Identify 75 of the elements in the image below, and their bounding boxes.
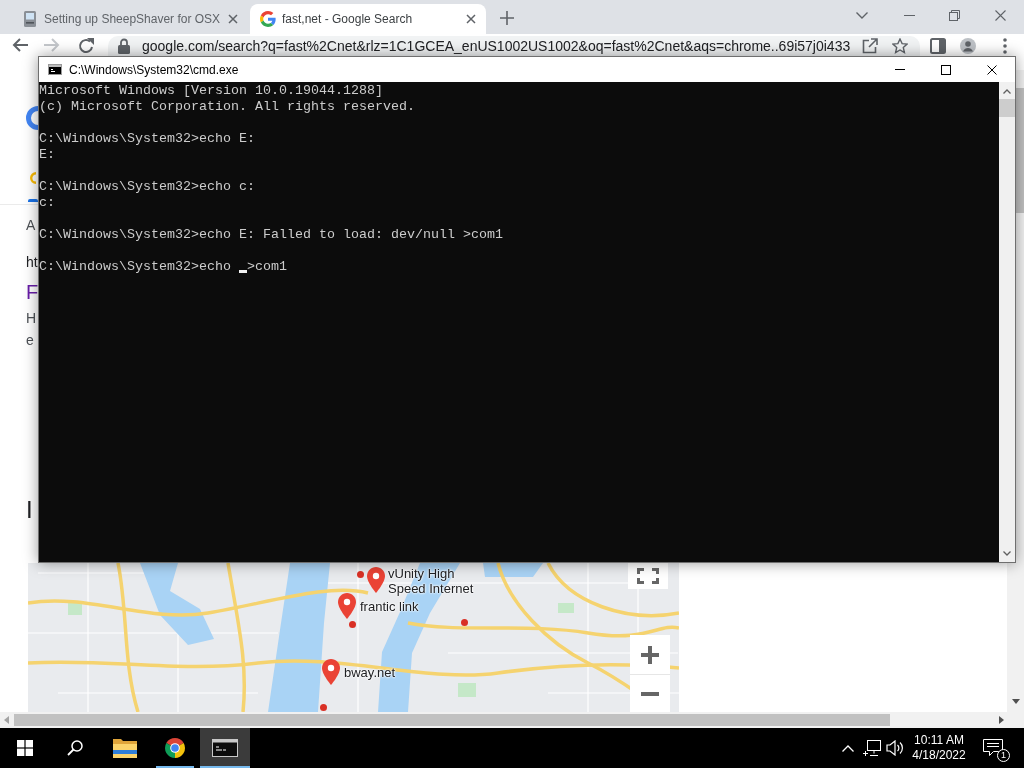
scroll-right-icon[interactable]	[999, 716, 1004, 724]
minimize-icon[interactable]	[904, 14, 915, 16]
notification-icon[interactable]	[983, 739, 1003, 757]
map-pin-icon[interactable]	[367, 567, 385, 593]
clock-date: 4/18/2022	[912, 748, 966, 763]
scroll-down-icon[interactable]	[1011, 699, 1020, 704]
tab[interactable]: fast,net - Google Search	[250, 4, 486, 34]
console-line: c:	[39, 195, 55, 211]
text-fragment: e	[26, 331, 34, 350]
map-pin-icon[interactable]	[322, 659, 340, 685]
link-fragment[interactable]: F	[26, 279, 39, 305]
chrome-icon	[164, 737, 186, 759]
fullscreen-icon	[637, 568, 659, 584]
text-fragment: ht	[26, 253, 38, 272]
zoom-out-button[interactable]	[630, 675, 670, 712]
heading-fragment: I	[26, 495, 33, 525]
place-label[interactable]: frantic link	[360, 599, 419, 614]
park-area	[68, 603, 82, 615]
google-logo-icon	[260, 11, 276, 27]
fullscreen-button[interactable]	[628, 563, 668, 589]
maximize-icon[interactable]	[941, 64, 951, 75]
window-title: C:\Windows\System32\cmd.exe	[69, 61, 239, 78]
taskbar-button[interactable]	[200, 728, 250, 768]
console-line: >com1	[246, 259, 287, 275]
share-icon[interactable]	[862, 38, 878, 54]
logo-fragment-icon	[26, 106, 38, 130]
search-icon	[67, 740, 83, 756]
map-pin-icon[interactable]	[338, 593, 356, 619]
park-area	[558, 603, 574, 613]
star-icon[interactable]	[892, 38, 908, 54]
console-line: C:\Windows\System32>echo c:	[39, 179, 255, 195]
park-area	[458, 683, 476, 697]
console-line: C:\Windows\System32>echo E: Falled to load: dev/null >com1	[39, 227, 503, 243]
lock-icon	[118, 38, 130, 54]
back-arrow-icon[interactable]	[12, 38, 28, 52]
place-label[interactable]: vUnity High Speed Internet	[388, 566, 482, 596]
console-prompt: C:\Windows\System32>echo	[39, 259, 232, 275]
plus-icon[interactable]	[500, 11, 514, 25]
scrollbar-thumb[interactable]	[14, 714, 890, 726]
zoom-in-button[interactable]	[630, 635, 670, 675]
tab-underline	[28, 199, 38, 202]
console-line: (c) Microsoft Corporation. All rights reserved.	[39, 99, 415, 115]
chevron-up-icon[interactable]	[842, 744, 854, 752]
menu-dots-icon[interactable]	[1003, 38, 1007, 54]
console-line: E:	[39, 147, 55, 163]
computer-icon	[22, 11, 38, 27]
console-icon	[48, 64, 62, 75]
console-line: C:\Windows\System32>echo E:	[39, 131, 255, 147]
restore-icon[interactable]	[949, 9, 960, 21]
text-fragment: A	[26, 216, 36, 235]
place-label[interactable]: bway.net	[344, 665, 396, 680]
text-fragment: H	[26, 309, 37, 328]
scrollbar-thumb[interactable]	[999, 99, 1015, 117]
console-line: Microsoft Windows [Version 10.0.19044.1288]	[39, 83, 383, 99]
minus-icon	[641, 691, 659, 696]
avatar-icon[interactable]	[960, 38, 976, 54]
chevron-down-icon[interactable]	[856, 11, 868, 19]
close-icon[interactable]	[466, 14, 476, 24]
scroll-down-icon[interactable]	[1003, 551, 1011, 556]
tab[interactable]: Setting up SheepShaver for OSX	[12, 4, 248, 34]
close-icon[interactable]	[987, 64, 997, 75]
scrollbar-thumb[interactable]	[1016, 88, 1024, 213]
folder-icon	[113, 738, 137, 758]
plus-icon	[641, 645, 659, 664]
network-icon[interactable]	[862, 740, 881, 756]
reload-icon[interactable]	[78, 38, 94, 54]
clock-time: 10:11 AM	[914, 733, 964, 748]
text-cursor-icon	[238, 270, 247, 273]
notification-badge: 1	[997, 749, 1010, 762]
volume-icon[interactable]	[885, 740, 904, 756]
scroll-up-icon[interactable]	[1003, 89, 1011, 94]
address-bar[interactable]: google.com/search?q=fast%2Cnet&rlz=1C1GCEA_enUS1002US1002&oq=fast%2Cnet&aqs=chrome..69i57j0i433	[108, 36, 920, 56]
sidebar-icon[interactable]	[930, 38, 946, 54]
windows-logo-icon	[17, 740, 33, 756]
console-icon	[212, 739, 238, 757]
